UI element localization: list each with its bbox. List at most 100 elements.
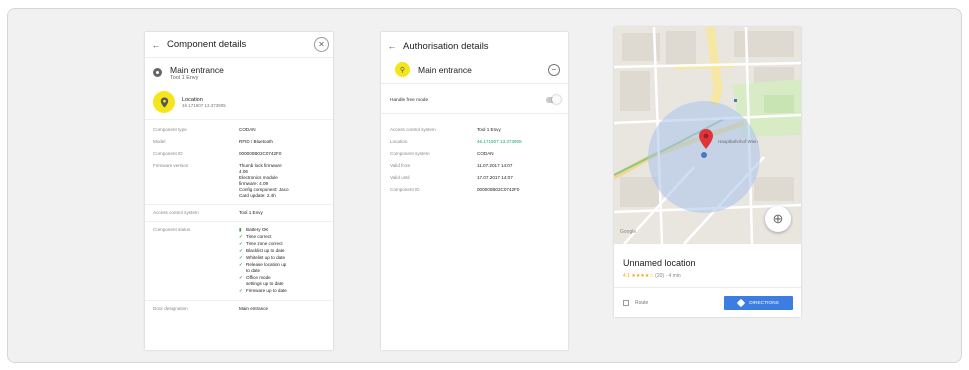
detail-value: 17.07.2017 14:07 xyxy=(477,175,513,180)
door-header: ⚲ Main entrance − xyxy=(381,60,568,84)
door-system: Tool 1 Envy xyxy=(170,75,199,81)
map-screen: Hauptbahnhof Wien ⊕ Google Unnamed locat… xyxy=(614,27,801,317)
directions-button[interactable]: DIRECTIONS xyxy=(724,296,793,310)
detail-value: RFID / Bluetooth xyxy=(239,139,273,144)
place-title: Unnamed location xyxy=(623,258,696,268)
check-icon: ✓ xyxy=(239,248,243,253)
status-label: Battery OK xyxy=(246,227,269,232)
handle-free-mode-toggle[interactable] xyxy=(546,95,561,104)
toggle-knob xyxy=(552,95,561,104)
detail-row: Access control system Tool 1 Envy xyxy=(145,207,333,219)
check-icon: ✓ xyxy=(239,262,243,267)
key-icon: ⚲ xyxy=(395,62,410,77)
place-card: Unnamed location 4.1 ★★★★☆ (20) · 4 min … xyxy=(614,244,801,317)
detail-key: Model xyxy=(153,139,166,144)
detail-row: Component type CODAN xyxy=(145,124,333,136)
detail-value: Tool 1 Envy xyxy=(477,127,501,132)
rating-value: 4.1 xyxy=(623,273,630,279)
status-item: ✓ Office mode settings up to date xyxy=(239,275,325,287)
detail-key: Component type xyxy=(153,127,187,132)
detail-key: Valid until xyxy=(390,175,410,180)
location-link[interactable]: 46.171907 13.373905 xyxy=(477,139,559,145)
status-label: Time zone correct xyxy=(246,241,283,246)
check-icon: ✓ xyxy=(239,234,243,239)
screen-title: Authorisation details xyxy=(403,40,489,52)
detail-row: Component ID 000000B02C0742F0 xyxy=(381,184,568,196)
back-arrow-icon[interactable]: ← xyxy=(381,41,403,51)
check-icon: ✓ xyxy=(239,255,243,260)
detail-value: CODAN xyxy=(477,151,494,156)
detail-row: Model RFID / Bluetooth xyxy=(145,136,333,148)
component-details-screen: ← Component details ✕ Main entrance Tool… xyxy=(145,32,333,350)
my-location-button[interactable]: ⊕ xyxy=(765,206,791,232)
location-coords: 46.171907 13.373905 xyxy=(182,102,226,108)
check-icon: ✓ xyxy=(239,288,243,293)
google-logo: Google xyxy=(620,229,637,235)
detail-value: CODAN xyxy=(239,127,256,132)
detail-row: Firmware version Thumb lock firmware 4.0… xyxy=(145,160,333,202)
detail-value: 000000B02C0742F0 xyxy=(239,151,282,156)
map-view[interactable]: Hauptbahnhof Wien ⊕ Google xyxy=(614,27,801,244)
remove-icon[interactable]: − xyxy=(548,63,560,76)
back-arrow-icon[interactable]: ← xyxy=(145,40,167,50)
detail-row: Access control system Tool 1 Envy xyxy=(381,124,568,136)
detail-row: Component system CODAN xyxy=(381,148,568,160)
status-label: Blacklist up to date xyxy=(246,248,285,253)
detail-key: Component ID xyxy=(153,151,183,156)
rating-stars: ★★★★☆ xyxy=(631,273,654,279)
detail-row: Valid until 17.07.2017 14:07 xyxy=(381,172,568,184)
detail-key: Firmware version xyxy=(153,163,189,168)
details-table: Access control system Tool 1 Envy Locati… xyxy=(381,114,568,196)
route-action[interactable]: Route xyxy=(623,300,648,306)
app-bar: ← Authorisation details xyxy=(381,32,568,60)
detail-value: 000000B02C0742F0 xyxy=(477,187,520,192)
status-item: ✓ Firmware up to date xyxy=(239,288,325,294)
detail-key: Component ID xyxy=(390,187,420,192)
status-item: ✓ Blacklist up to date xyxy=(239,248,325,254)
detail-row: Location 46.171907 13.373905 xyxy=(381,136,568,148)
divider xyxy=(145,221,333,222)
door-name: Main entrance xyxy=(418,64,472,75)
detail-key: Component status xyxy=(153,227,191,232)
check-icon: ✓ xyxy=(239,241,243,246)
detail-row: Component ID 000000B02C0742F0 xyxy=(145,148,333,160)
detail-key: Door designation xyxy=(153,306,188,311)
door-name: Main entrance xyxy=(170,65,224,75)
authorisation-details-screen: ← Authorisation details ⚲ Main entrance … xyxy=(381,32,568,350)
handle-free-mode-row: Handle free mode xyxy=(381,84,568,114)
detail-key: Access control system xyxy=(390,127,436,132)
location-row[interactable]: Location 46.171907 13.373905 xyxy=(145,86,333,120)
status-item: ✓ Release location up to date xyxy=(239,262,325,274)
detail-value: Thumb lock firmware 4.06 Electronics mod… xyxy=(239,163,289,198)
toggle-label: Handle free mode xyxy=(390,97,429,103)
directions-icon xyxy=(736,298,746,308)
status-row: Component status ▮ Battery OK ✓ Time cor… xyxy=(145,224,333,298)
door-icon xyxy=(153,68,162,77)
place-label: Hauptbahnhof Wien xyxy=(718,139,758,144)
detail-key: Location xyxy=(390,139,408,144)
detail-value: 11.07.2017 14:07 xyxy=(477,163,513,168)
location-pin-icon xyxy=(153,91,175,113)
detail-row: Door designation Main entrance xyxy=(145,303,333,315)
close-icon[interactable]: ✕ xyxy=(314,37,329,52)
directions-label: DIRECTIONS xyxy=(749,300,779,306)
divider xyxy=(145,204,333,205)
status-item: ✓ Time zone correct xyxy=(239,241,325,247)
battery-icon: ▮ xyxy=(239,227,242,232)
status-label: Firmware up to date xyxy=(246,288,287,293)
route-label: Route xyxy=(635,300,649,306)
detail-row: Valid from 11.07.2017 14:07 xyxy=(381,160,568,172)
detail-key: Access control system xyxy=(153,210,199,215)
status-label: Time correct xyxy=(246,234,272,239)
status-label: Release location up to date xyxy=(246,262,287,273)
crosshair-icon: ⊕ xyxy=(772,211,784,226)
screen-title: Component details xyxy=(167,39,247,50)
detail-value: Tool 1 Envy xyxy=(239,210,263,215)
rating-meta: (20) · 4 min xyxy=(655,273,681,279)
status-label: Whitelist up to date xyxy=(246,255,286,260)
divider xyxy=(145,300,333,301)
details-table: Component type CODAN Model RFID / Blueto… xyxy=(145,120,333,315)
detail-value: Main entrance xyxy=(239,306,269,311)
door-header: Main entrance Tool 1 Envy xyxy=(145,58,333,86)
check-icon: ✓ xyxy=(239,275,243,280)
